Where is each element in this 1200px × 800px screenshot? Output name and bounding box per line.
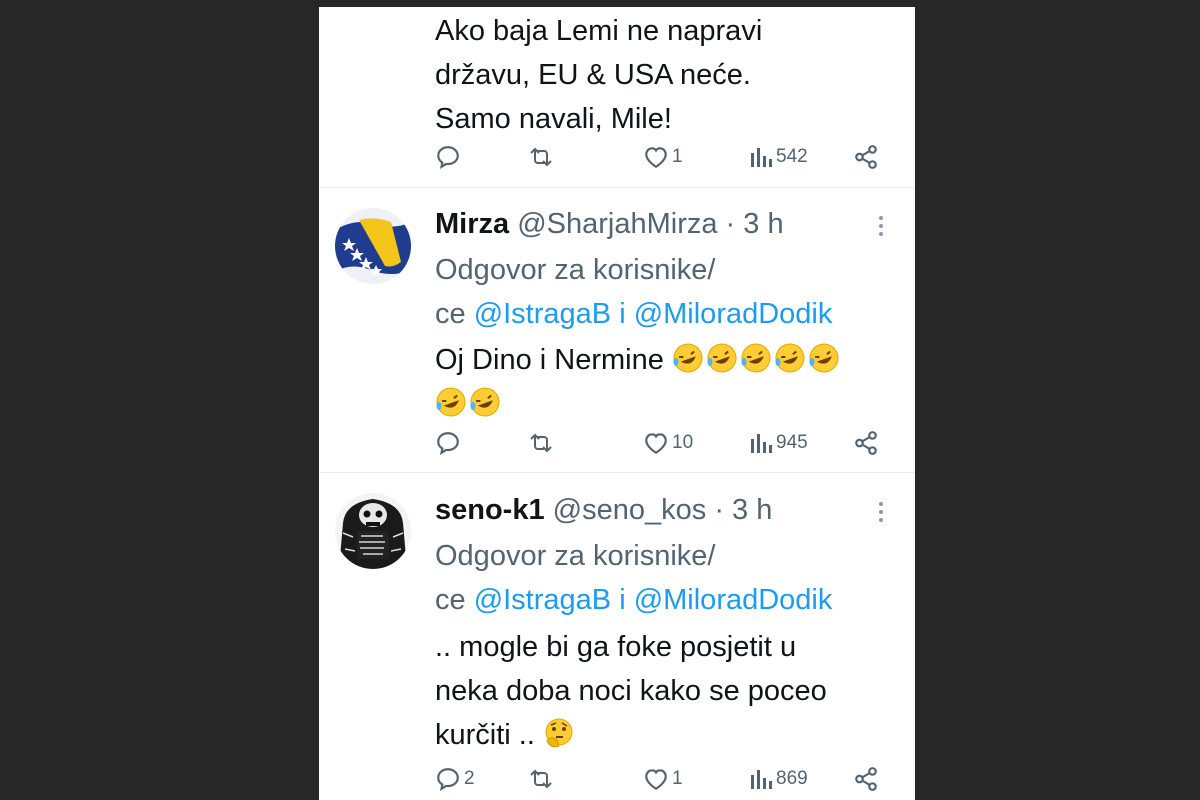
reply-button[interactable] [435, 427, 464, 459]
views-count: 945 [776, 432, 808, 453]
mention-link[interactable]: @IstragaB [474, 298, 611, 330]
user-handle[interactable]: @SharjahMirza [517, 208, 717, 240]
reply-button[interactable] [435, 141, 464, 173]
mention-link[interactable]: @IstragaB [474, 584, 611, 616]
views-button[interactable]: 869 [749, 763, 808, 795]
share-button[interactable] [853, 427, 879, 459]
share-icon [855, 767, 877, 791]
dot-icon [879, 510, 883, 514]
reply-icon [437, 146, 459, 169]
reply-button[interactable]: 2 [435, 763, 475, 795]
tweet-text: Oj Dino i Nermine [435, 338, 895, 426]
action-bar: 1 542 [435, 141, 895, 173]
tweet-text-line: Ako baja Lemi ne napravi [435, 15, 763, 47]
replying-to-label: Odgovor za korisnike/ [435, 254, 716, 286]
action-bar: 10 945 [435, 427, 895, 459]
mention-link[interactable]: @MiloradDodik [634, 584, 833, 616]
retweet-button[interactable] [527, 427, 558, 459]
share-icon [855, 431, 877, 455]
heart-icon [645, 147, 667, 169]
like-count: 1 [672, 768, 683, 789]
dot-icon [879, 518, 883, 522]
timeline-panel: Ako baja Lemi ne napravi državu, EU & US… [319, 7, 915, 800]
rofl-emoji-icon [809, 343, 839, 373]
rofl-emoji-icon [470, 387, 500, 417]
rofl-emoji-icon [436, 387, 466, 417]
like-count: 10 [672, 432, 694, 453]
views-chart-icon [751, 148, 772, 167]
mention-conjunction: i [611, 298, 634, 330]
tweet-2[interactable]: Mirza @SharjahMirza · 3 h Odgovor za kor… [319, 200, 915, 472]
reply-icon [437, 432, 459, 455]
dot-icon [879, 216, 883, 220]
rofl-emoji-icon [741, 343, 771, 373]
retweet-icon [530, 147, 552, 167]
tweet-header: Mirza @SharjahMirza · 3 h [435, 204, 784, 244]
dot-icon [879, 224, 883, 228]
separator: · [717, 208, 744, 240]
display-name[interactable]: Mirza [435, 208, 509, 240]
more-options-button[interactable] [877, 216, 885, 240]
reply-count: 2 [464, 768, 475, 789]
timestamp[interactable]: 3 h [732, 494, 772, 526]
tweet-text-line: kurčiti .. [435, 719, 543, 751]
tweet-header: seno-k1 @seno_kos · 3 h [435, 490, 772, 530]
bosnia-flag-avatar-icon [335, 208, 411, 284]
user-handle[interactable]: @seno_kos [553, 494, 707, 526]
dot-icon [879, 232, 883, 236]
retweet-icon [530, 769, 552, 789]
heart-icon [645, 433, 667, 455]
tweet-text-line: neka doba noci kako se poceo [435, 675, 827, 707]
tweet-text: .. mogle bi ga foke posjetit u neka doba… [435, 625, 895, 757]
avatar[interactable] [335, 493, 411, 569]
replying-to-label: Odgovor za korisnike/ [435, 540, 716, 572]
dot-icon [879, 502, 883, 506]
like-button[interactable]: 1 [643, 141, 683, 173]
replying-to-label-cont: ce [435, 298, 474, 330]
replying-to: Odgovor za korisnike/ ce @IstragaB i @Mi… [435, 248, 905, 336]
more-options-button[interactable] [877, 502, 885, 526]
rofl-emoji-icon [775, 343, 805, 373]
tweet-text-line: Samo navali, Mile! [435, 103, 672, 135]
action-bar: 2 1 869 [435, 763, 895, 795]
divider [319, 472, 915, 473]
tweet-text: Ako baja Lemi ne napravi državu, EU & US… [435, 9, 895, 141]
views-chart-icon [751, 434, 772, 453]
mention-link[interactable]: @MiloradDodik [634, 298, 833, 330]
tweet-text-line: .. mogle bi ga foke posjetit u [435, 631, 797, 663]
replying-to-label-cont: ce [435, 584, 474, 616]
display-name[interactable]: seno-k1 [435, 494, 545, 526]
views-count: 869 [776, 768, 808, 789]
rofl-emoji-icon [673, 343, 703, 373]
rofl-emoji-icon [707, 343, 737, 373]
avatar[interactable] [335, 208, 411, 284]
tweet-1[interactable]: Ako baja Lemi ne napravi državu, EU & US… [319, 7, 915, 187]
retweet-icon [530, 433, 552, 453]
like-button[interactable]: 1 [643, 763, 683, 795]
retweet-button[interactable] [527, 763, 558, 795]
skull-sketch-avatar-icon [335, 493, 411, 569]
views-button[interactable]: 945 [749, 427, 808, 459]
like-button[interactable]: 10 [643, 427, 693, 459]
reply-icon [437, 768, 459, 791]
mention-conjunction: i [611, 584, 634, 616]
views-chart-icon [751, 770, 772, 789]
views-button[interactable]: 542 [749, 141, 808, 173]
heart-icon [645, 769, 667, 791]
tweet-3[interactable]: seno-k1 @seno_kos · 3 h Odgovor za koris… [319, 486, 915, 800]
replying-to: Odgovor za korisnike/ ce @IstragaB i @Mi… [435, 534, 905, 622]
share-button[interactable] [853, 763, 879, 795]
thinking-face-emoji-icon [545, 718, 573, 748]
retweet-button[interactable] [527, 141, 558, 173]
tweet-text-line: Oj Dino i Nermine [435, 344, 672, 376]
divider [319, 187, 915, 188]
share-icon [855, 145, 877, 169]
tweet-text-line: državu, EU & USA neće. [435, 59, 751, 91]
like-count: 1 [672, 146, 683, 167]
share-button[interactable] [853, 141, 879, 173]
timestamp[interactable]: 3 h [743, 208, 783, 240]
separator: · [706, 494, 733, 526]
views-count: 542 [776, 146, 808, 167]
